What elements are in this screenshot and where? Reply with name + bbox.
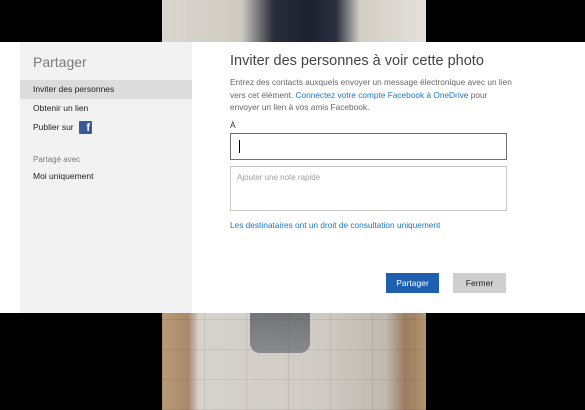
recipients-input[interactable] (230, 133, 507, 160)
share-screen: Partager Inviter des personnes Obtenir u… (0, 0, 585, 410)
facebook-icon: f (79, 121, 93, 135)
share-sidebar: Partager Inviter des personnes Obtenir u… (20, 42, 192, 313)
background-photo-top (162, 0, 426, 42)
share-dialog: Partager Inviter des personnes Obtenir u… (0, 42, 585, 313)
sidebar-item-get-link[interactable]: Obtenir un lien (20, 99, 192, 118)
sidebar-item-label: Obtenir un lien (33, 103, 89, 113)
permissions-link[interactable]: Les destinataires ont un droit de consul… (230, 220, 440, 230)
dialog-title: Inviter des personnes à voir cette photo (230, 53, 484, 69)
close-button[interactable]: Fermer (453, 273, 506, 293)
photo-subject (250, 313, 310, 353)
connect-facebook-link[interactable]: Connectez votre compte Facebook à OneDri… (295, 90, 468, 100)
sidebar-item-label: Inviter des personnes (33, 84, 115, 94)
sidebar-item-post-facebook[interactable]: Publier sur f (20, 118, 192, 137)
share-button[interactable]: Partager (386, 273, 439, 293)
shared-with-value: Moi uniquement (33, 171, 94, 181)
text-caret (239, 140, 240, 153)
shared-with-label: Partagé avec (33, 155, 81, 164)
note-field[interactable]: Ajouter une note rapide (230, 166, 507, 211)
background-photo-bottom (162, 313, 426, 410)
sidebar-title: Partager (33, 54, 87, 70)
sidebar-item-label: Publier sur (33, 122, 74, 132)
to-label: À (230, 120, 236, 130)
sidebar-item-invite[interactable]: Inviter des personnes (20, 80, 192, 99)
dialog-description: Entrez des contacts auxquels envoyer un … (230, 76, 515, 114)
note-placeholder: Ajouter une note rapide (237, 173, 321, 182)
